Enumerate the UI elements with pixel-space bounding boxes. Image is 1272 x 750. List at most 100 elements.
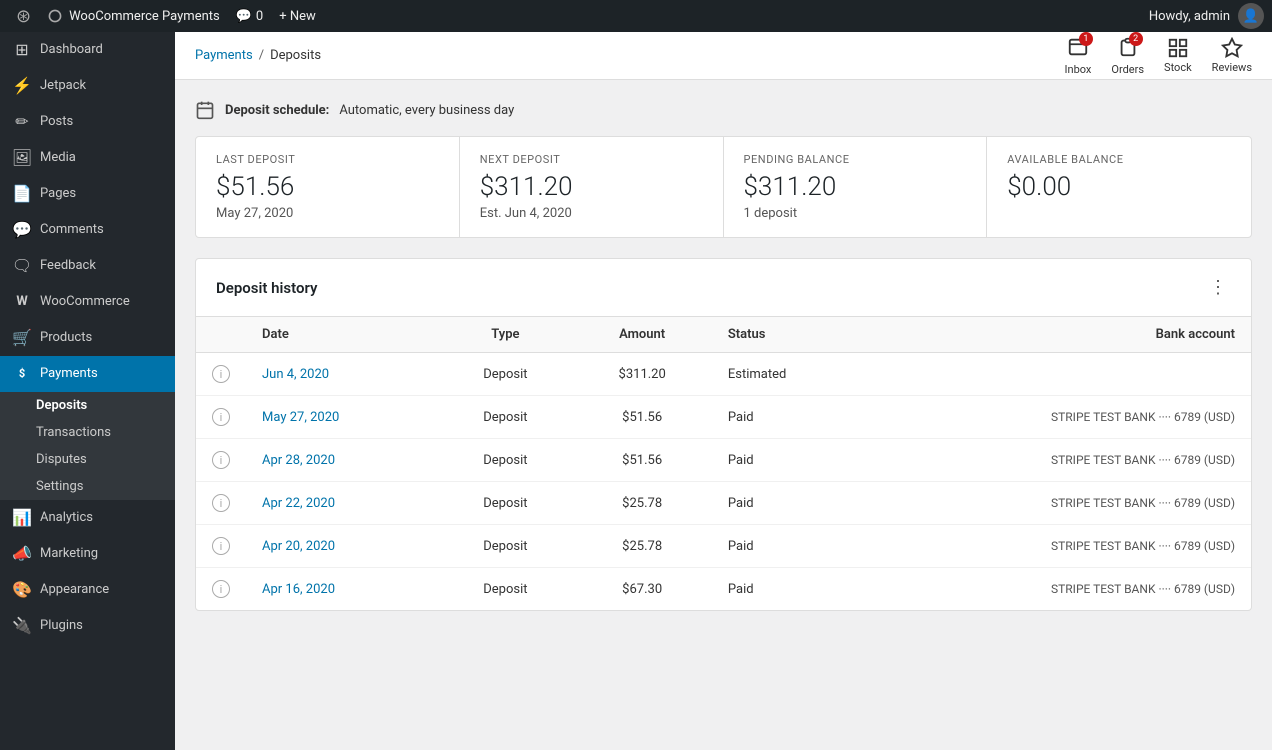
breadcrumb: Payments / Deposits [195,48,321,63]
stock-action[interactable]: Stock [1164,37,1192,74]
products-icon: 🛒 [12,328,32,348]
media-icon: 🖼 [12,148,32,168]
date-link[interactable]: Apr 28, 2020 [262,453,335,468]
sidebar-item-posts[interactable]: ✏ Posts [0,104,175,140]
app-body: ⊞ Dashboard ⚡ Jetpack ✏ Posts 🖼 Media 📄 … [0,32,1272,750]
row-amount: $25.78 [572,525,711,568]
stat-next-deposit: NEXT DEPOSIT $311.20 Est. Jun 4, 2020 [460,137,724,237]
stat-last-deposit-sub: May 27, 2020 [216,206,439,221]
table-row: i Apr 20, 2020 Deposit $25.78 Paid STRIP… [196,525,1251,568]
sidebar-item-plugins[interactable]: 🔌 Plugins [0,608,175,644]
row-info-icon[interactable]: i [196,525,246,568]
stat-last-deposit: LAST DEPOSIT $51.56 May 27, 2020 [196,137,460,237]
inbox-action[interactable]: 1 inbox [1065,36,1092,76]
row-date: Apr 16, 2020 [246,568,438,611]
row-info-icon[interactable]: i [196,353,246,396]
row-bank: STRIPE TEST BANK ···· 6789 (USD) [871,439,1251,482]
sidebar-item-appearance[interactable]: 🎨 Appearance [0,572,175,608]
row-date: Apr 20, 2020 [246,525,438,568]
sidebar-sub-disputes[interactable]: Disputes [0,446,175,473]
stat-pending-balance-sub: 1 deposit [744,206,967,221]
sidebar-item-analytics[interactable]: 📊 Analytics [0,500,175,536]
top-bar-actions: 1 inbox 2 Orders Stock Rev [1065,36,1252,76]
row-type: Deposit [438,568,572,611]
row-info-icon[interactable]: i [196,482,246,525]
row-date: Jun 4, 2020 [246,353,438,396]
reviews-icon [1221,37,1243,59]
admin-bar: ⊛ WooCommerce Payments 💬 0 + New Howdy, … [0,0,1272,32]
sidebar-item-feedback[interactable]: 🗨 Feedback [0,248,175,284]
payments-submenu: Deposits Transactions Disputes Settings [0,392,175,500]
inbox-label: inbox [1065,63,1092,76]
wp-logo-icon: ⊛ [8,6,39,27]
row-date: Apr 28, 2020 [246,439,438,482]
greeting-text: Howdy, admin [1149,9,1230,24]
deposits-table: Date Type Amount Status Bank account i J… [196,317,1251,610]
sidebar-item-comments[interactable]: 💬 Comments [0,212,175,248]
breadcrumb-parent[interactable]: Payments [195,48,253,63]
row-info-icon[interactable]: i [196,396,246,439]
deposit-schedule-label: Deposit schedule: [225,103,329,118]
date-link[interactable]: Jun 4, 2020 [262,367,329,382]
comments-link[interactable]: 💬 0 [228,9,272,24]
avatar[interactable]: 👤 [1238,3,1264,29]
stock-label: Stock [1164,61,1192,74]
sidebar-item-media[interactable]: 🖼 Media [0,140,175,176]
row-status: Paid [712,568,871,611]
sidebar-item-marketing[interactable]: 📣 Marketing [0,536,175,572]
sidebar-item-woocommerce[interactable]: W WooCommerce [0,284,175,320]
pages-icon: 📄 [12,184,32,204]
stats-grid: LAST DEPOSIT $51.56 May 27, 2020 NEXT DE… [195,136,1252,238]
new-content-link[interactable]: + New [271,9,324,24]
table-row: i Jun 4, 2020 Deposit $311.20 Estimated [196,353,1251,396]
sidebar-item-products[interactable]: 🛒 Products [0,320,175,356]
row-status: Paid [712,525,871,568]
site-name[interactable]: WooCommerce Payments [39,8,228,24]
jetpack-icon: ⚡ [12,76,32,96]
stat-next-deposit-sub: Est. Jun 4, 2020 [480,206,703,221]
reviews-action[interactable]: Reviews [1212,37,1252,74]
row-status: Paid [712,482,871,525]
stat-next-deposit-label: NEXT DEPOSIT [480,153,703,166]
orders-action[interactable]: 2 Orders [1111,36,1144,76]
row-amount: $25.78 [572,482,711,525]
th-amount: Amount [572,317,711,353]
sidebar-sub-transactions[interactable]: Transactions [0,419,175,446]
row-type: Deposit [438,353,572,396]
sidebar-item-jetpack[interactable]: ⚡ Jetpack [0,68,175,104]
marketing-icon: 📣 [12,544,32,564]
breadcrumb-separator: / [259,48,264,63]
date-link[interactable]: Apr 16, 2020 [262,582,335,597]
sidebar-item-dashboard[interactable]: ⊞ Dashboard [0,32,175,68]
row-info-icon[interactable]: i [196,439,246,482]
deposit-history-table: Deposit history ⋮ Date Type Amount Statu… [195,258,1252,611]
date-link[interactable]: Apr 20, 2020 [262,539,335,554]
row-bank: STRIPE TEST BANK ···· 6789 (USD) [871,525,1251,568]
date-link[interactable]: Apr 22, 2020 [262,496,335,511]
table-header-row: Date Type Amount Status Bank account [196,317,1251,353]
th-status: Status [712,317,871,353]
row-amount: $51.56 [572,439,711,482]
table-title: Deposit history [216,279,317,297]
appearance-icon: 🎨 [12,580,32,600]
sidebar-item-payments[interactable]: $ Payments [0,356,175,392]
table-menu-button[interactable]: ⋮ [1205,273,1231,302]
analytics-icon: 📊 [12,508,32,528]
orders-badge: 2 [1117,36,1139,61]
payments-icon: $ [12,364,32,384]
feedback-icon: 🗨 [12,256,32,276]
th-bank: Bank account [871,317,1251,353]
main-content: Payments / Deposits 1 inbox 2 [175,32,1272,750]
stat-pending-balance-label: PENDING BALANCE [744,153,967,166]
stat-next-deposit-value: $311.20 [480,172,703,202]
row-info-icon[interactable]: i [196,568,246,611]
row-status: Estimated [712,353,871,396]
sidebar-item-pages[interactable]: 📄 Pages [0,176,175,212]
sidebar-sub-settings[interactable]: Settings [0,473,175,500]
th-type: Type [438,317,572,353]
sidebar-sub-deposits[interactable]: Deposits [0,392,175,419]
row-amount: $67.30 [572,568,711,611]
table-row: i Apr 16, 2020 Deposit $67.30 Paid STRIP… [196,568,1251,611]
date-link[interactable]: May 27, 2020 [262,410,339,425]
admin-bar-right: Howdy, admin 👤 [1149,3,1264,29]
